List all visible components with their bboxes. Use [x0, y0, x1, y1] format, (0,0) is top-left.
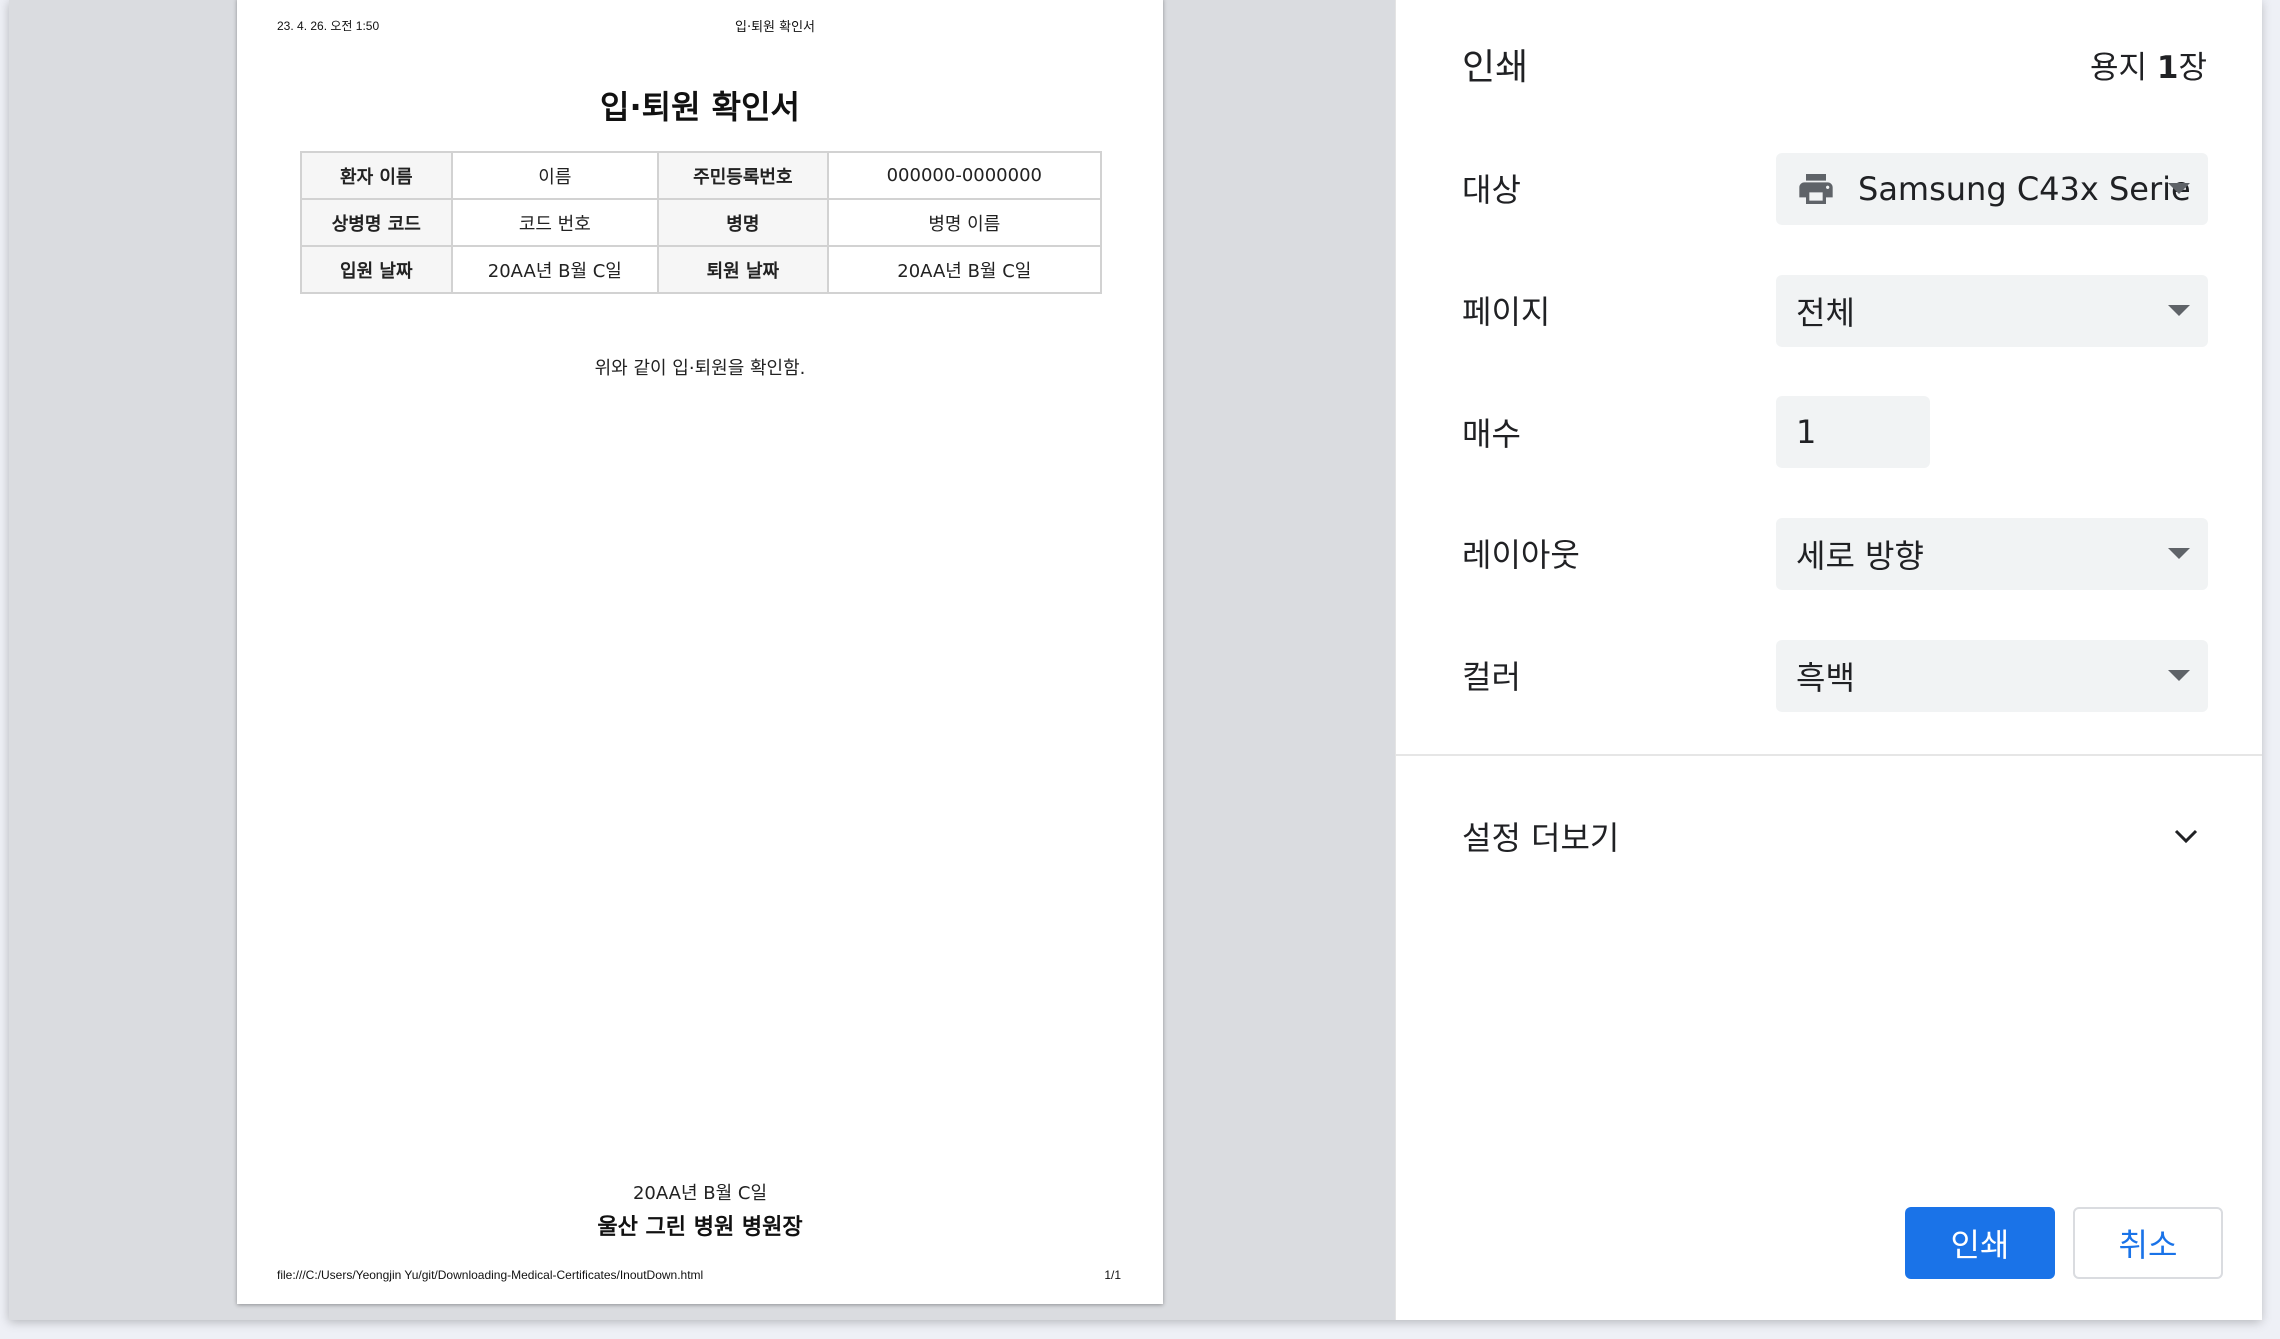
- table-cell: 병명 이름: [826, 198, 1103, 247]
- dropdown-arrow-icon: [2168, 183, 2190, 194]
- sheet-count: 용지 1장: [2090, 42, 2207, 87]
- table-header-cell: 환자 이름: [300, 151, 453, 200]
- layout-select[interactable]: 세로 방향: [1776, 518, 2208, 590]
- sheet-count-suffix: 장: [2178, 50, 2207, 86]
- page-footer-page-number: 1/1: [1104, 1268, 1121, 1282]
- chevron-down-icon[interactable]: [2172, 826, 2200, 846]
- print-settings-panel: 인쇄 용지 1장 대상 Samsung C43x Serie 페이지 전체 매수…: [1395, 0, 2262, 1320]
- table-cell: 20AA년 B월 C일: [450, 245, 660, 294]
- dropdown-arrow-icon: [2168, 670, 2190, 681]
- layout-label: 레이아웃: [1462, 536, 1580, 574]
- print-preview-area: 23. 4. 26. 오전 1:50 입·퇴원 확인서 입·퇴원 확인서 환자 …: [9, 0, 1395, 1320]
- print-button[interactable]: 인쇄: [1905, 1207, 2055, 1279]
- pages-value: 전체: [1796, 294, 1855, 332]
- pages-select[interactable]: 전체: [1776, 275, 2208, 347]
- sheet-count-number: 1: [2156, 50, 2179, 86]
- section-divider: [1396, 754, 2262, 756]
- print-title: 인쇄: [1462, 47, 1529, 88]
- table-header-cell: 병명: [657, 198, 829, 247]
- table-header-cell: 상병명 코드: [300, 198, 453, 247]
- color-label: 컬러: [1462, 658, 1521, 696]
- destination-select[interactable]: Samsung C43x Serie: [1776, 153, 2208, 225]
- copies-label: 매수: [1462, 415, 1521, 453]
- document-title: 입·퇴원 확인서: [600, 88, 800, 126]
- layout-value: 세로 방향: [1796, 537, 1924, 575]
- page-footer-path: file:///C:/Users/Yeongjin Yu/git/Downloa…: [277, 1268, 704, 1282]
- table-cell: 20AA년 B월 C일: [826, 245, 1103, 294]
- destination-label: 대상: [1462, 171, 1521, 209]
- dropdown-arrow-icon: [2168, 305, 2190, 316]
- table-row: 상병명 코드 코드 번호 병명 병명 이름: [300, 198, 1103, 247]
- table-cell: 이름: [450, 151, 660, 200]
- table-header-cell: 주민등록번호: [657, 151, 829, 200]
- sheet-count-prefix: 용지: [2089, 50, 2157, 86]
- pages-label: 페이지: [1462, 293, 1551, 331]
- table-header-cell: 입원 날짜: [300, 245, 453, 294]
- table-cell: 000000-0000000: [826, 151, 1103, 200]
- patient-info-table: 환자 이름 이름 주민등록번호 000000-0000000 상병명 코드 코드…: [300, 151, 1103, 294]
- copies-input[interactable]: [1776, 396, 1930, 468]
- destination-value: Samsung C43x Serie: [1858, 170, 2191, 208]
- dropdown-arrow-icon: [2168, 548, 2190, 559]
- table-row: 환자 이름 이름 주민등록번호 000000-0000000: [300, 151, 1103, 200]
- preview-page: 23. 4. 26. 오전 1:50 입·퇴원 확인서 입·퇴원 확인서 환자 …: [237, 0, 1163, 1304]
- confirmation-text: 위와 같이 입·퇴원을 확인함.: [594, 358, 806, 379]
- printer-icon: [1796, 169, 1836, 209]
- page-header-title: 입·퇴원 확인서: [734, 20, 816, 35]
- table-header-cell: 퇴원 날짜: [657, 245, 829, 294]
- signature-date: 20AA년 B월 C일: [632, 1183, 768, 1204]
- print-dialog: 23. 4. 26. 오전 1:50 입·퇴원 확인서 입·퇴원 확인서 환자 …: [9, 0, 2262, 1320]
- color-select[interactable]: 흑백: [1776, 640, 2208, 712]
- signature-organization: 울산 그린 병원 병원장: [597, 1215, 803, 1240]
- table-row: 입원 날짜 20AA년 B월 C일 퇴원 날짜 20AA년 B월 C일: [300, 245, 1103, 294]
- more-settings-toggle[interactable]: 설정 더보기: [1462, 813, 1619, 859]
- color-value: 흑백: [1796, 659, 1855, 697]
- cancel-button[interactable]: 취소: [2073, 1207, 2223, 1279]
- table-cell: 코드 번호: [450, 198, 660, 247]
